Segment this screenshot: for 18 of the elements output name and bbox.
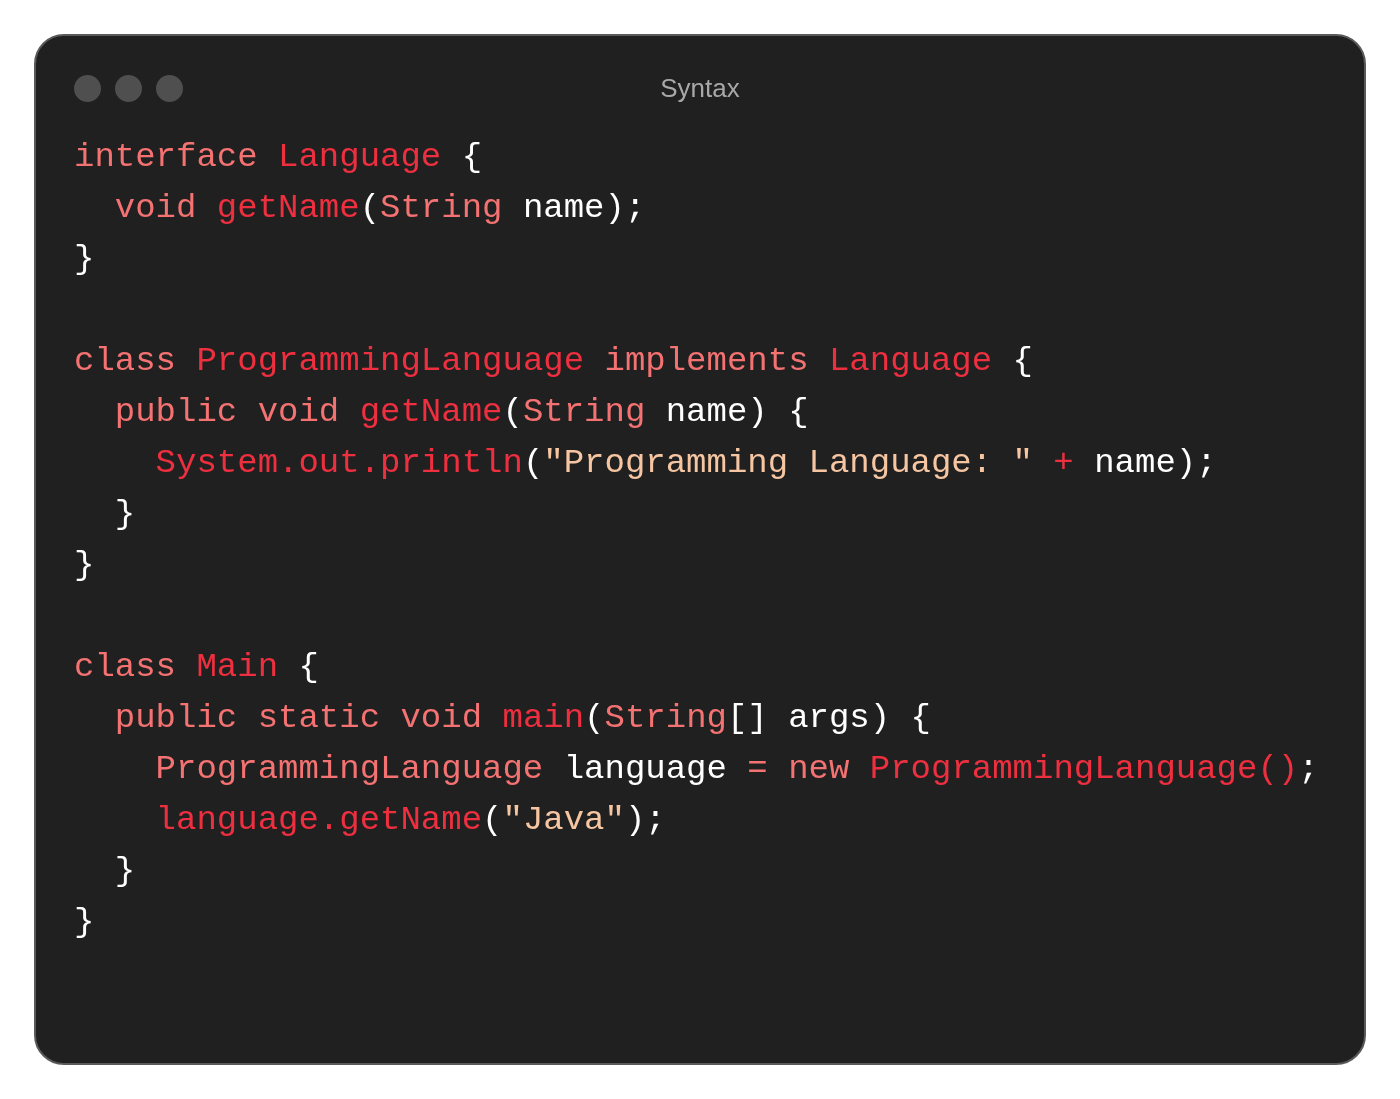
code-line: }	[74, 546, 95, 584]
code-line: interface Language {	[74, 138, 483, 176]
code-line: public void getName(String name) {	[113, 393, 809, 431]
code-line: }	[113, 495, 136, 533]
code-line: }	[74, 903, 95, 941]
code-line: }	[113, 852, 136, 890]
code-line: System.out.println("Programming Language: " + name);	[154, 444, 1217, 482]
code-line: class ProgrammingLanguage implements Language {	[74, 342, 1033, 380]
window-control-icon[interactable]	[156, 74, 183, 102]
code-line: ProgrammingLanguage language = new ProgrammingLanguage();	[154, 750, 1319, 788]
window-title: Syntax	[660, 71, 740, 105]
window-control-icon[interactable]	[74, 74, 101, 102]
code-line: public static void main(String[] args) {	[113, 699, 931, 737]
code-line: language.getName("Java");	[154, 801, 666, 839]
code-line: class Main {	[74, 648, 319, 686]
code-line: }	[74, 240, 95, 278]
window-control-icon[interactable]	[115, 74, 142, 102]
code-line: void getName(String name);	[113, 189, 646, 227]
